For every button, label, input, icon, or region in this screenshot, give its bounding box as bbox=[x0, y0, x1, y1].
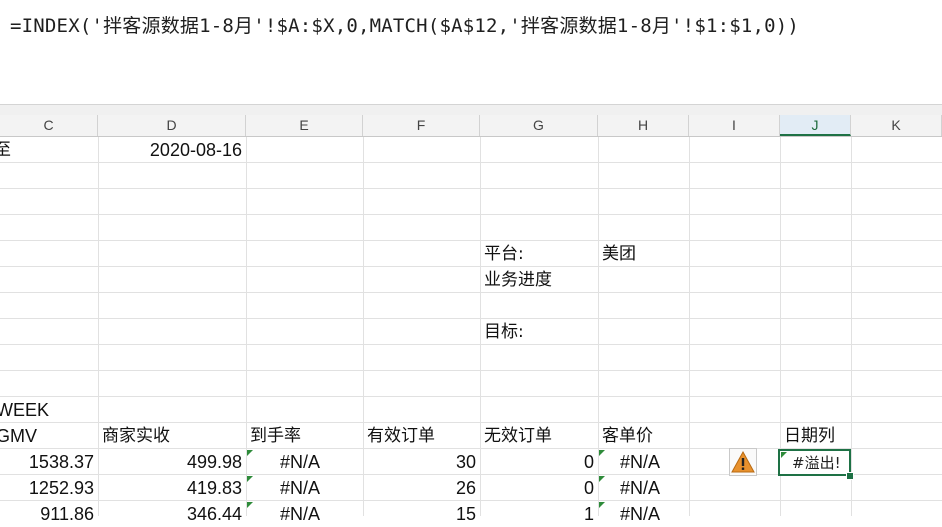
table-row-1-invalid[interactable]: 0 bbox=[480, 449, 594, 475]
error-indicator bbox=[247, 476, 253, 482]
column-header-g[interactable]: G bbox=[480, 115, 598, 136]
table-row-1-avg[interactable]: #N/A bbox=[620, 449, 660, 475]
error-indicator bbox=[599, 502, 605, 508]
table-row-1-gmv[interactable]: 1538.37 bbox=[0, 449, 94, 475]
header-arrival-rate[interactable]: 到手率 bbox=[250, 423, 301, 449]
cell-target-label[interactable]: 目标: bbox=[484, 319, 524, 345]
table-row-2-avg[interactable]: #N/A bbox=[620, 475, 660, 501]
table-row-2-invalid[interactable]: 0 bbox=[480, 475, 594, 501]
table-row-2-rate[interactable]: #N/A bbox=[280, 475, 320, 501]
error-indicator bbox=[247, 450, 253, 456]
column-header-bar: C D E F G H I J K bbox=[0, 115, 942, 137]
error-warning-button[interactable] bbox=[729, 448, 757, 476]
cell-progress-label[interactable]: 业务进度 bbox=[484, 267, 552, 293]
table-row-1-income[interactable]: 499.98 bbox=[98, 449, 242, 475]
column-header-c[interactable]: C bbox=[0, 115, 98, 136]
cell-date-value[interactable]: 2020-08-16 bbox=[98, 137, 242, 163]
table-row-3-valid[interactable]: 15 bbox=[363, 501, 476, 527]
header-merchant-income[interactable]: 商家实收 bbox=[102, 423, 170, 449]
table-row-2-gmv[interactable]: 1252.93 bbox=[0, 475, 94, 501]
column-header-i[interactable]: I bbox=[689, 115, 780, 136]
table-row-1-rate[interactable]: #N/A bbox=[280, 449, 320, 475]
header-date-column[interactable]: 日期列 bbox=[784, 423, 835, 449]
header-invalid-orders[interactable]: 无效订单 bbox=[484, 423, 552, 449]
table-row-1-valid[interactable]: 30 bbox=[363, 449, 476, 475]
error-indicator bbox=[599, 450, 605, 456]
error-indicator bbox=[599, 476, 605, 482]
warning-triangle-icon bbox=[731, 450, 755, 473]
fill-handle[interactable] bbox=[846, 472, 854, 480]
selected-cell-j[interactable]: #溢出! bbox=[778, 449, 851, 476]
cell-platform-value[interactable]: 美团 bbox=[602, 241, 636, 267]
spill-error-text: #溢出! bbox=[792, 454, 841, 472]
column-header-k[interactable]: K bbox=[851, 115, 942, 136]
header-valid-orders[interactable]: 有效订单 bbox=[367, 423, 435, 449]
formula-bar-separator bbox=[0, 104, 942, 115]
header-gmv[interactable]: GMV bbox=[0, 423, 37, 449]
table-row-3-avg[interactable]: #N/A bbox=[620, 501, 660, 527]
error-indicator bbox=[781, 452, 787, 458]
cell-date-label[interactable]: 至 bbox=[0, 137, 11, 163]
cell-week-label[interactable]: WEEK bbox=[0, 397, 49, 423]
error-indicator bbox=[247, 502, 253, 508]
table-row-2-income[interactable]: 419.83 bbox=[98, 475, 242, 501]
column-header-f[interactable]: F bbox=[363, 115, 480, 136]
column-header-e[interactable]: E bbox=[246, 115, 363, 136]
table-row-3-rate[interactable]: #N/A bbox=[280, 501, 320, 527]
formula-bar[interactable]: =INDEX('拌客源数据1-8月'!$A:$X,0,MATCH($A$12,'… bbox=[0, 0, 942, 104]
table-row-2-valid[interactable]: 26 bbox=[363, 475, 476, 501]
column-header-h[interactable]: H bbox=[598, 115, 689, 136]
column-header-d[interactable]: D bbox=[98, 115, 246, 136]
cell-platform-label[interactable]: 平台: bbox=[484, 241, 524, 267]
formula-text[interactable]: =INDEX('拌客源数据1-8月'!$A:$X,0,MATCH($A$12,'… bbox=[10, 11, 799, 38]
table-row-3-income[interactable]: 346.44 bbox=[98, 501, 242, 527]
column-header-j[interactable]: J bbox=[780, 115, 851, 136]
header-avg-order-price[interactable]: 客单价 bbox=[602, 423, 653, 449]
table-row-3-gmv[interactable]: 911.86 bbox=[0, 501, 94, 527]
table-row-3-invalid[interactable]: 1 bbox=[480, 501, 594, 527]
